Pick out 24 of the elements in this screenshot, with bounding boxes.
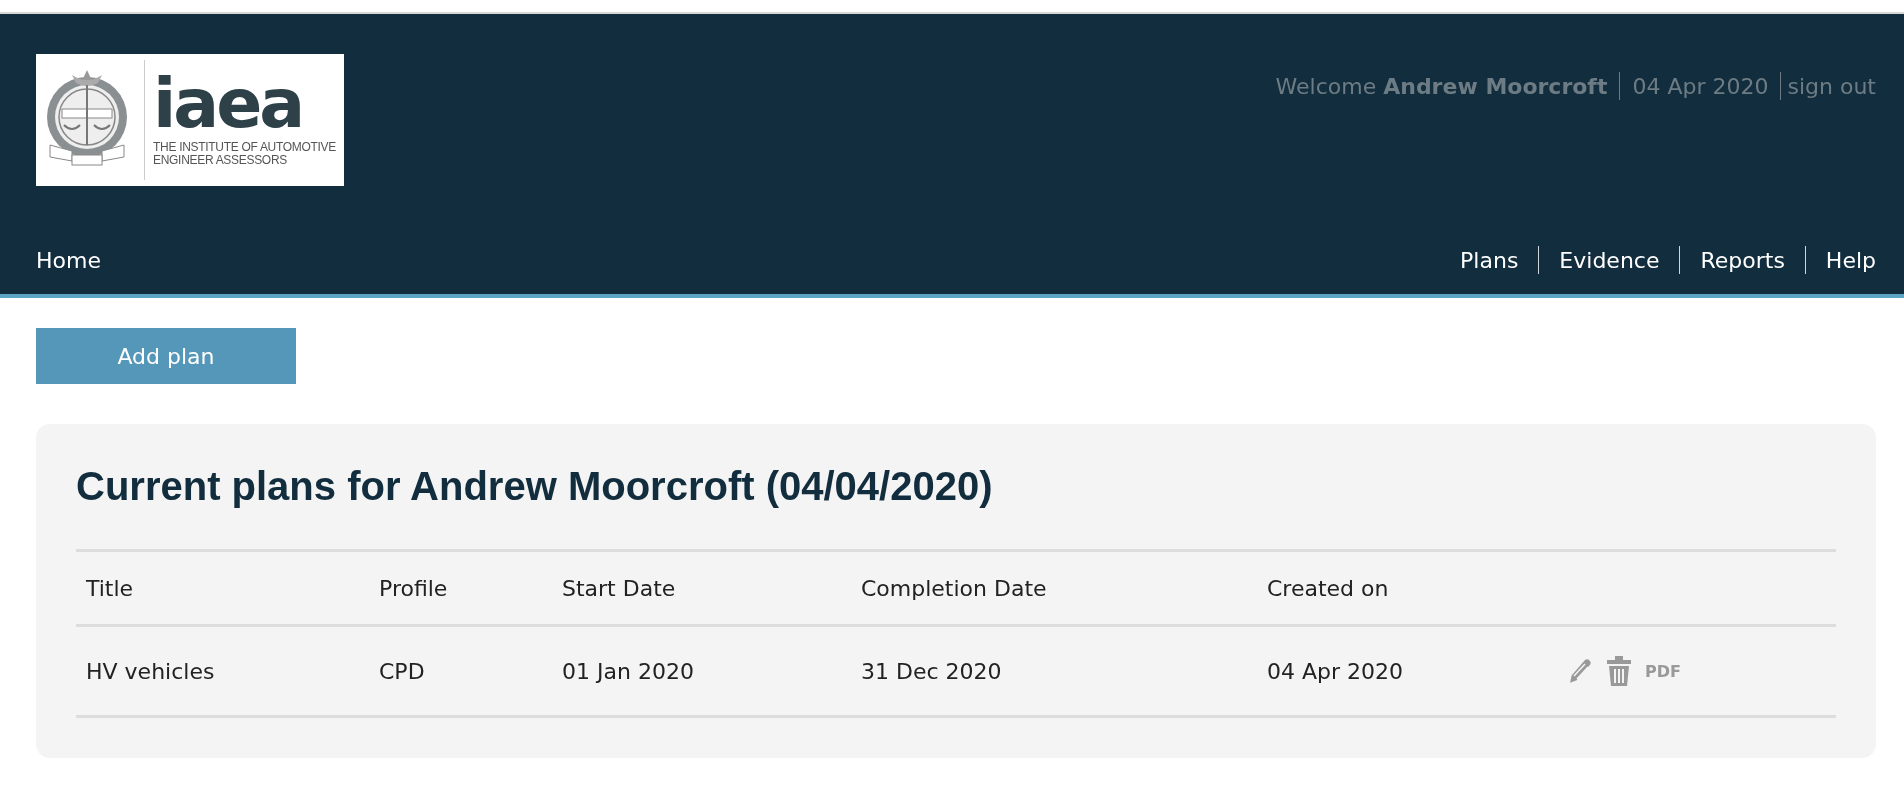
table-cell-text: 01 Jan 2020 — [562, 658, 695, 684]
column-header: Title — [86, 575, 135, 601]
nav-link[interactable]: Evidence — [1559, 247, 1660, 273]
table-cell-text: 04 Apr 2020 — [1267, 658, 1405, 684]
card-title: Current plans for Andrew Moorcroft (04/04/2020) — [76, 464, 994, 509]
logo-tagline: THE INSTITUTE OF AUTOMOTIVE — [153, 141, 337, 154]
column-header: Created on — [1267, 575, 1390, 601]
nav-link[interactable]: Reports — [1700, 247, 1785, 273]
nav-link[interactable]: Home — [36, 247, 101, 273]
logo-tagline: ENGINEER ASSESSORS — [153, 154, 288, 167]
logo-wordmark: iaea — [153, 73, 303, 135]
current-date: 04 Apr 2020 — [1632, 73, 1769, 99]
logo[interactable]: iaea THE INSTITUTE OF AUTOMOTIVE ENGINEER ASSESSORS — [36, 54, 344, 186]
column-header: Start Date — [562, 575, 677, 601]
table-cell-text: CPD — [379, 658, 426, 684]
table-cell-text: 31 Dec 2020 — [861, 658, 1003, 684]
column-header: Profile — [379, 575, 449, 601]
nav-link[interactable]: Help — [1825, 247, 1876, 273]
table-cell-text: HV vehicles — [86, 658, 216, 684]
column-header: Completion Date — [861, 575, 1048, 601]
welcome-text: Welcome Andrew Moorcroft — [1275, 73, 1608, 99]
nav-link[interactable]: Plans — [1460, 247, 1519, 273]
pencil-icon[interactable] — [1567, 657, 1593, 685]
trash-icon[interactable] — [1607, 656, 1631, 686]
